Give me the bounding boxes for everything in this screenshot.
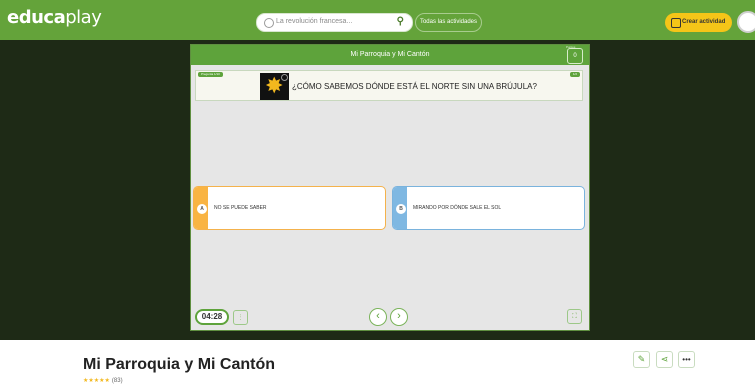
logo-bold-text: educa bbox=[7, 7, 66, 28]
timer: 04:28 bbox=[195, 309, 229, 325]
game-frame: Mi Parroquia y Mi Cantón Puntos 0 Pregun… bbox=[190, 44, 590, 331]
answer-a-letter: A bbox=[197, 204, 207, 214]
pencil-icon: ✎ bbox=[637, 354, 646, 364]
logo-light-text: play bbox=[65, 7, 102, 28]
question-image[interactable]: ✸ bbox=[260, 73, 289, 100]
chevron-right-icon[interactable]: › bbox=[390, 308, 408, 326]
question-text: ¿CÓMO SABEMOS DÓNDE ESTÁ EL NORTE SIN UN… bbox=[292, 82, 537, 91]
globe-icon bbox=[264, 18, 274, 28]
settings-sliders-icon[interactable]: ⫶ bbox=[233, 310, 248, 325]
activity-title: Mi Parroquia y Mi Cantón bbox=[83, 356, 276, 373]
answer-option-b[interactable]: B MIRANDO POR DÓNDE SALE EL SOL bbox=[392, 186, 585, 230]
plus-icon bbox=[671, 18, 681, 28]
score-value: 0 bbox=[573, 53, 577, 59]
zoom-icon[interactable] bbox=[281, 74, 288, 81]
game-header: Mi Parroquia y Mi Cantón Puntos 0 bbox=[191, 45, 589, 65]
share-button[interactable]: ⋖ bbox=[656, 351, 673, 368]
more-dots-icon: ••• bbox=[682, 355, 691, 364]
rating: ★★★★★ (83) bbox=[83, 377, 123, 384]
question-number: 1/2 bbox=[569, 72, 580, 77]
game-title: Mi Parroquia y Mi Cantón bbox=[350, 51, 430, 58]
rating-count: (83) bbox=[111, 378, 123, 384]
share-icon: ⋖ bbox=[660, 354, 669, 364]
educaplay-logo[interactable]: educaplay bbox=[7, 7, 102, 28]
answer-a-text: NO SE PUEDE SABER bbox=[214, 205, 267, 211]
search-box[interactable]: La revolución francesa... ⚲ bbox=[256, 13, 413, 32]
user-avatar[interactable] bbox=[737, 11, 755, 33]
question-tag: Pregunta 1/10 bbox=[198, 72, 223, 77]
answer-option-a[interactable]: A NO SE PUEDE SABER bbox=[193, 186, 386, 230]
search-input[interactable]: La revolución francesa... bbox=[276, 18, 352, 25]
rating-stars: ★★★★★ bbox=[83, 378, 110, 384]
score-box: Puntos 0 bbox=[566, 45, 583, 64]
chevron-left-icon[interactable]: ‹ bbox=[369, 308, 387, 326]
more-options-button[interactable]: ••• bbox=[678, 351, 695, 368]
question-box: Pregunta 1/10 1/2 ✸ ¿CÓMO SABEMOS DÓNDE … bbox=[195, 70, 583, 101]
create-activity-button[interactable]: Crear actividad bbox=[665, 13, 732, 32]
search-icon[interactable]: ⚲ bbox=[397, 16, 404, 27]
edit-button[interactable]: ✎ bbox=[633, 351, 650, 368]
answer-b-text: MIRANDO POR DÓNDE SALE EL SOL bbox=[413, 205, 502, 211]
fullscreen-icon[interactable]: ⛶ bbox=[567, 309, 582, 324]
answer-b-letter: B bbox=[396, 204, 406, 214]
all-activities-button[interactable]: Todas las actividades bbox=[415, 13, 482, 32]
top-navigation-bar: educaplay La revolución francesa... ⚲ To… bbox=[0, 0, 755, 40]
create-activity-label: Crear actividad bbox=[682, 19, 726, 25]
score-label: Puntos bbox=[566, 45, 576, 49]
